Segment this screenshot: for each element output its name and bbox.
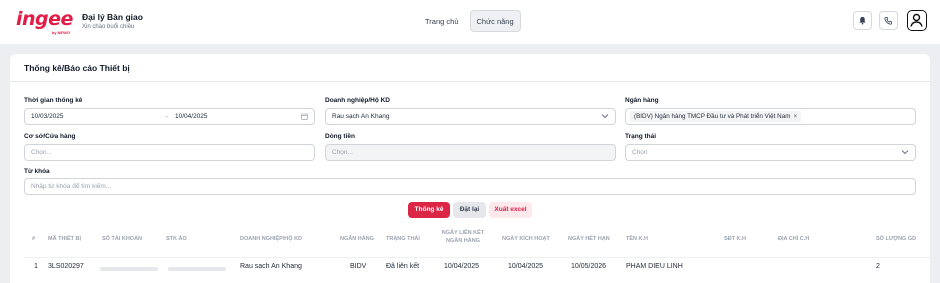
cell-activate-date: 10/04/2025	[508, 263, 544, 270]
page-title: Thống kê/Báo cáo Thiết bị	[24, 63, 130, 73]
col-expire-date: NGÀY HẾT HẠN	[568, 236, 610, 242]
chevron-down-icon	[601, 114, 609, 119]
export-excel-button[interactable]: Xuất excel	[489, 202, 532, 218]
date-to[interactable]: 10/04/2025	[175, 109, 208, 124]
status-placeholder: Chọn	[632, 149, 648, 156]
col-link-date-line1: NGÀY LIÊN KẾT	[441, 230, 485, 236]
business-select[interactable]: Rau sạch An Khang	[325, 108, 616, 125]
account-button[interactable]	[907, 10, 927, 31]
chevron-down-icon	[901, 150, 909, 155]
bank-tag-text: (BIDV) Ngân hàng TMCP Đầu tư và Phát tri…	[634, 113, 791, 120]
col-index: #	[32, 236, 36, 242]
bell-icon	[859, 16, 866, 25]
report-card: Thống kê/Báo cáo Thiết bị Thời gian thốn…	[10, 54, 930, 283]
cell-account-no-redacted	[100, 267, 158, 271]
cell-expire-date: 10/05/2026	[571, 263, 607, 270]
user-icon	[910, 13, 923, 27]
stats-button[interactable]: Thống kê	[408, 202, 450, 218]
title-divider	[10, 81, 930, 82]
nav-home[interactable]: Trang chủ	[418, 10, 466, 32]
logo-subtext: by NEWO	[51, 30, 70, 35]
logo-text: ingee	[16, 8, 73, 30]
store-select[interactable]: Chọn...	[24, 144, 315, 161]
cashflow-label: Dòng tiền	[325, 133, 355, 140]
col-link-date: NGÀY LIÊN KẾT NGÂN HÀNG	[438, 229, 488, 245]
col-quantity: SỐ LƯỢNG GD	[876, 236, 917, 242]
keyword-label: Từ khóa	[24, 168, 50, 175]
col-address: ĐỊA CHỈ C.H	[778, 236, 810, 242]
top-header: ingee by NEWO Đại lý Bàn giao Xin chào b…	[0, 0, 940, 44]
cell-index: 1	[34, 263, 38, 270]
phone-button[interactable]	[879, 11, 898, 30]
brand-logo[interactable]: ingee by NEWO	[16, 8, 73, 36]
cell-virtual-account-redacted	[168, 267, 226, 271]
col-status: TRẠNG THÁI	[386, 236, 420, 242]
bank-tag: (BIDV) Ngân hàng TMCP Đầu tư và Phát tri…	[630, 111, 802, 122]
col-device-code: MÃ THIẾT BỊ	[48, 236, 81, 242]
calendar-icon	[301, 113, 308, 120]
cell-bank: BIDV	[350, 263, 367, 270]
date-range-picker[interactable]: 10/03/2025 → 10/04/2025	[24, 108, 315, 125]
business-label: Doanh nghiệp/Hộ KD	[325, 97, 390, 104]
status-label: Trạng thái	[625, 133, 657, 140]
col-link-date-line2: NGÂN HÀNG	[446, 238, 480, 244]
col-bank: NGÂN HÀNG	[340, 236, 374, 242]
col-virtual-account: STK ẢO	[166, 236, 187, 242]
date-separator-icon: →	[163, 113, 170, 120]
greeting-text: Xin chào buổi chiều	[82, 24, 135, 30]
notification-button[interactable]	[853, 11, 872, 30]
col-activate-date: NGÀY KÍCH HOẠT	[502, 236, 550, 242]
phone-icon	[884, 16, 893, 25]
cell-quantity: 2	[876, 263, 880, 270]
close-icon[interactable]: ×	[793, 113, 797, 120]
cell-device-code: 3LS020297	[48, 263, 84, 270]
nav-functions[interactable]: Chức năng	[469, 10, 521, 32]
cell-status: Đã liên kết	[386, 263, 420, 270]
keyword-input[interactable]: Nhập từ khóa để tìm kiếm...	[24, 178, 916, 195]
cashflow-select: Chọn...	[325, 144, 616, 161]
business-value: Rau sạch An Khang	[332, 113, 390, 120]
header-divider	[24, 257, 930, 258]
reset-button[interactable]: Đặt lại	[453, 202, 486, 218]
main-nav: Trang chủ Chức năng	[418, 10, 521, 32]
col-phone: SĐT K.H	[724, 236, 746, 242]
bank-label: Ngân hàng	[625, 97, 659, 104]
time-label: Thời gian thống kê	[24, 97, 83, 104]
status-select[interactable]: Chọn	[625, 144, 916, 161]
cell-business: Rau sạch An Khang	[240, 263, 302, 270]
brand-title: Đại lý Bàn giao	[82, 12, 143, 22]
store-label: Cơ sở/Cửa hàng	[24, 133, 76, 140]
cell-link-date: 10/04/2025	[444, 263, 480, 270]
date-from[interactable]: 10/03/2025	[31, 113, 64, 120]
cell-customer-name: PHAM DIEU LINH	[626, 263, 683, 270]
col-customer-name: TÊN K.H	[626, 236, 648, 242]
bank-multiselect[interactable]: (BIDV) Ngân hàng TMCP Đầu tư và Phát tri…	[625, 108, 916, 125]
col-business: DOANH NGHIỆP/HỘ KD	[240, 236, 303, 242]
col-account-no: SỐ TÀI KHOẢN	[102, 236, 143, 242]
